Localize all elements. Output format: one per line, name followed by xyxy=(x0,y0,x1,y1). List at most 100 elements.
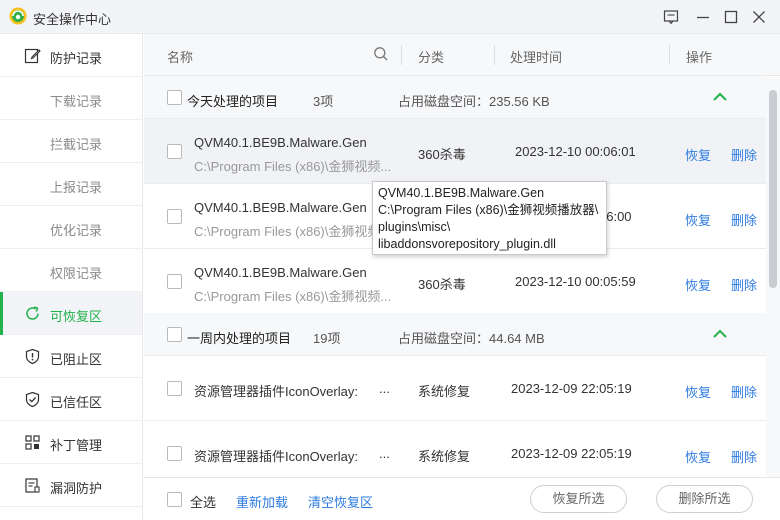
restore-link[interactable]: 恢复 xyxy=(685,382,711,401)
list-header: 名称 分类 处理时间 操作 xyxy=(144,34,780,76)
item-category: 360杀毒 xyxy=(418,147,466,162)
chevron-up-icon[interactable] xyxy=(712,327,728,341)
sidebar-item-vulnerability-protection[interactable]: 漏洞防护 xyxy=(0,464,142,507)
sidebar-item-trusted-zone[interactable]: 已信任区 xyxy=(0,378,142,421)
vulnerability-icon xyxy=(24,477,41,494)
item-ellipsis: ... xyxy=(379,446,390,461)
group-disk-usage: 占用磁盘空间：235.56 KB xyxy=(398,94,550,109)
trusted-shield-icon xyxy=(24,391,41,408)
delete-link[interactable]: 删除 xyxy=(731,447,757,466)
tooltip-line: plugins\misc\ xyxy=(378,220,451,234)
header-name[interactable]: 名称 xyxy=(167,47,193,66)
group-count: 3项 xyxy=(313,94,334,109)
select-all-label[interactable]: 全选 xyxy=(190,492,216,511)
header-separator xyxy=(494,45,495,65)
sidebar-item-label: 补丁管理 xyxy=(50,438,103,453)
restore-selected-button[interactable]: 恢复所选 xyxy=(530,485,627,513)
chevron-up-icon[interactable] xyxy=(712,90,728,104)
item-checkbox[interactable] xyxy=(167,209,182,224)
delete-selected-button[interactable]: 删除所选 xyxy=(656,485,753,513)
item-checkbox[interactable] xyxy=(167,381,182,396)
item-path: C:\Program Files (x86)\金狮视频... xyxy=(194,224,392,239)
sidebar-item-recovery-zone[interactable]: 可恢复区 xyxy=(0,292,142,335)
reload-link[interactable]: 重新加载 xyxy=(236,492,288,511)
item-category: 系统修复 xyxy=(418,449,471,464)
clear-recovery-link[interactable]: 清空恢复区 xyxy=(308,492,373,511)
sidebar-item-patch-management[interactable]: 补丁管理 xyxy=(0,421,142,464)
search-icon[interactable] xyxy=(373,46,389,65)
sidebar-item-protection-records[interactable]: 防护记录 xyxy=(0,34,142,77)
delete-link[interactable]: 删除 xyxy=(731,275,757,294)
item-category: 360杀毒 xyxy=(418,277,466,292)
path-tooltip: QVM40.1.BE9B.Malware.Gen C:\Program File… xyxy=(372,181,607,255)
restore-link[interactable]: 恢复 xyxy=(685,447,711,466)
group-title: 一周内处理的项目 xyxy=(187,331,292,346)
edit-record-icon xyxy=(24,47,41,64)
patch-icon xyxy=(24,434,41,451)
group-checkbox[interactable] xyxy=(167,90,182,105)
active-indicator xyxy=(0,292,3,335)
sidebar-item-download-records[interactable]: 下载记录 xyxy=(0,77,142,120)
maximize-icon[interactable] xyxy=(722,8,740,26)
delete-link[interactable]: 删除 xyxy=(731,210,757,229)
app-title: 安全操作中心 xyxy=(33,12,112,27)
group-checkbox[interactable] xyxy=(167,327,182,342)
sidebar-item-block-records[interactable]: 拦截记录 xyxy=(0,120,142,163)
sidebar-item-label: 下载记录 xyxy=(50,94,103,109)
restore-link[interactable]: 恢复 xyxy=(685,275,711,294)
header-separator xyxy=(669,45,670,65)
minimize-icon[interactable] xyxy=(694,8,712,26)
item-path: C:\Program Files (x86)\金狮视频... xyxy=(194,289,392,304)
feedback-icon[interactable] xyxy=(662,8,680,26)
item-checkbox[interactable] xyxy=(167,144,182,159)
delete-link[interactable]: 删除 xyxy=(731,382,757,401)
item-time: 2023-12-10 00:05:59 xyxy=(515,274,636,289)
sidebar-item-label: 优化记录 xyxy=(50,223,103,238)
group-disk-usage: 占用磁盘空间：44.64 MB xyxy=(398,331,545,346)
sidebar-item-optimize-records[interactable]: 优化记录 xyxy=(0,206,142,249)
item-time: 2023-12-09 22:05:19 xyxy=(511,446,632,461)
item-ellipsis: ... xyxy=(379,381,390,396)
restore-link[interactable]: 恢复 xyxy=(685,145,711,164)
group-week: 一周内处理的项目 19项 占用磁盘空间：44.64 MB xyxy=(144,313,766,356)
group-title: 今天处理的项目 xyxy=(187,94,279,109)
footer-bar: 全选 重新加载 清空恢复区 恢复所选 删除所选 xyxy=(144,477,780,520)
header-separator xyxy=(401,45,402,65)
scrollbar-thumb[interactable] xyxy=(769,90,777,288)
title-bar: 安全操作中心 xyxy=(0,0,780,34)
sidebar-item-label: 漏洞防护 xyxy=(50,481,103,496)
sidebar-item-label: 已信任区 xyxy=(50,395,103,410)
sidebar-item-label: 拦截记录 xyxy=(50,137,103,152)
restore-link[interactable]: 恢复 xyxy=(685,210,711,229)
item-time: 2023-12-10 00:06:01 xyxy=(515,144,636,159)
sidebar-item-label: 防护记录 xyxy=(50,51,103,66)
header-time[interactable]: 处理时间 xyxy=(510,47,562,66)
blocked-icon xyxy=(24,348,41,365)
list-item[interactable]: QVM40.1.BE9B.Malware.Gen C:\Program File… xyxy=(144,119,766,184)
item-path: C:\Program Files (x86)\金狮视频... xyxy=(194,159,392,174)
tooltip-line: C:\Program Files (x86)\金狮视频播放器\ xyxy=(378,203,599,217)
sidebar-item-report-records[interactable]: 上报记录 xyxy=(0,163,142,206)
item-name: 资源管理器插件IconOverlay: xyxy=(194,384,358,399)
tooltip-line: QVM40.1.BE9B.Malware.Gen xyxy=(378,186,545,200)
sidebar-item-label: 上报记录 xyxy=(50,180,103,195)
list-item[interactable]: 资源管理器插件IconOverlay: ... 系统修复 2023-12-09 … xyxy=(144,356,766,421)
item-name: QVM40.1.BE9B.Malware.Gen xyxy=(194,265,367,280)
sidebar-item-label: 已阻止区 xyxy=(50,352,103,367)
sidebar-item-permission-records[interactable]: 权限记录 xyxy=(0,249,142,292)
item-name: QVM40.1.BE9B.Malware.Gen xyxy=(194,200,367,215)
sidebar-item-blocked-zone[interactable]: 已阻止区 xyxy=(0,335,142,378)
sidebar-item-label: 可恢复区 xyxy=(50,309,103,324)
restore-icon xyxy=(24,305,41,322)
header-category[interactable]: 分类 xyxy=(418,47,444,66)
close-icon[interactable] xyxy=(750,8,768,26)
sidebar-item-label: 权限记录 xyxy=(50,266,103,281)
item-time: 2023-12-09 22:05:19 xyxy=(511,381,632,396)
select-all-checkbox[interactable] xyxy=(167,492,182,507)
list-item[interactable]: QVM40.1.BE9B.Malware.Gen C:\Program File… xyxy=(144,249,766,314)
item-checkbox[interactable] xyxy=(167,446,182,461)
item-name: QVM40.1.BE9B.Malware.Gen xyxy=(194,135,367,150)
delete-link[interactable]: 删除 xyxy=(731,145,757,164)
item-checkbox[interactable] xyxy=(167,274,182,289)
item-category: 系统修复 xyxy=(418,384,471,399)
